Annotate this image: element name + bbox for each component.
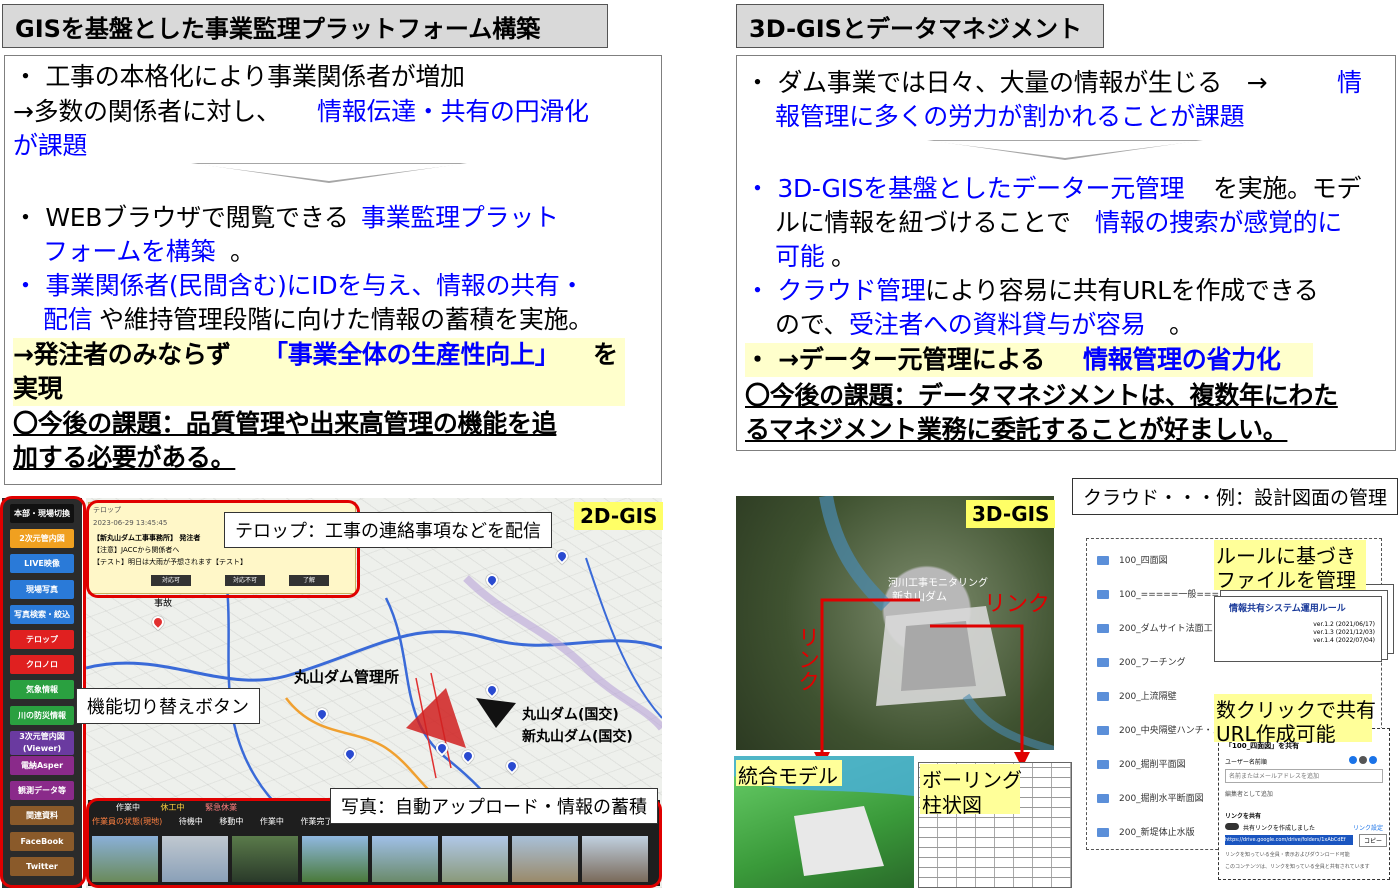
folder-icon xyxy=(1097,692,1109,701)
folder-icon xyxy=(1097,556,1109,565)
right-line-9: 〇今後の課題：データマネジメントは、複数年にわた xyxy=(745,381,1338,410)
right-line-3-blue: ・ 3D-GISを基盤としたデーター元管理 xyxy=(745,174,1185,203)
share-url-field[interactable]: https://drive.google.com/drive/folders/1… xyxy=(1225,835,1353,845)
rule-doc-version: ver.1.3 (2021/12/03) xyxy=(1313,629,1375,636)
folder-icon xyxy=(1097,760,1109,769)
left-title: GISを基盤とした事業監理プラットフォーム構築 xyxy=(2,4,608,48)
folder-item[interactable]: 200_掘削水平断面図 xyxy=(1097,791,1204,804)
left-line-8-blue: 「事業全体の生産性向上」 xyxy=(263,340,560,369)
left-line-1: ・ 工事の本格化により事業関係者が増加 xyxy=(13,62,465,91)
left-line-5: 。 xyxy=(230,237,255,266)
folder-icon xyxy=(1097,590,1109,599)
folder-item[interactable]: 200_ダムサイト法面工 xyxy=(1097,621,1213,634)
left-line-7-blue: 配信 xyxy=(43,305,93,334)
map-label-dam: 丸山ダム(国交) xyxy=(522,707,619,723)
folder-item[interactable]: 100_四面図 xyxy=(1097,553,1168,566)
model-label: 統合モデル xyxy=(738,764,838,788)
map-label-new-dam: 新丸山ダム(国交) xyxy=(522,729,633,745)
right-arrow-down-icon xyxy=(927,140,1203,160)
folder-item[interactable]: 200_新堤体止水版 xyxy=(1097,825,1195,838)
highlight-frame-menu xyxy=(0,496,86,888)
right-line-4-blue: 情報の捜索が感覚的に xyxy=(1095,208,1343,237)
avatar xyxy=(1359,756,1367,764)
right-line-1: ・ ダム事業では日々、大量の情報が生じる → xyxy=(745,68,1268,97)
folder-icon xyxy=(1097,794,1109,803)
right-title: 3D-GISとデータマネジメント xyxy=(736,4,1104,48)
link-label-horizontal: リンク xyxy=(984,592,1051,617)
right-line-4: ルに情報を紐づけることで xyxy=(775,208,1071,237)
gis2d-tag: 2D-GIS xyxy=(574,502,664,530)
folder-icon xyxy=(1097,828,1109,837)
folder-item[interactable]: 100_=====一般=== xyxy=(1097,587,1219,600)
avatar xyxy=(1349,756,1357,764)
gis3d-label-monitoring: 河川工事モニタリング xyxy=(888,578,988,589)
folder-icon xyxy=(1097,658,1109,667)
rule-document[interactable]: 情報共有システム運用ルール ver.1.2 (2021/06/17) ver.1… xyxy=(1214,596,1382,662)
right-line-7: ので、 xyxy=(775,310,849,339)
right-line-10: るマネジメント業務に委託することが好ましい。 xyxy=(745,415,1288,444)
right-line-6: により容易に共有URLを作成できる xyxy=(925,276,1319,305)
left-line-11: 加する必要がある。 xyxy=(13,443,236,472)
right-line-5-blue: 可能 xyxy=(775,242,825,271)
right-line-2: 報管理に多くの労力が割かれることが課題 xyxy=(775,102,1245,131)
share-label-2: URL作成可能 xyxy=(1216,722,1336,746)
folder-item[interactable]: 200_フーチング xyxy=(1097,655,1186,668)
share-dialog[interactable]: 「100_四面図」を共有 ユーザー名前順 編集者として追加 リンクを共有 共有リ… xyxy=(1218,728,1390,880)
right-line-5: 。 xyxy=(831,242,856,271)
callout-photo: 写真：自動アップロード・情報の蓄積 xyxy=(330,788,658,824)
share-link-section: リンクを共有 xyxy=(1225,813,1262,820)
share-users-label: ユーザー名前順 xyxy=(1225,759,1267,766)
share-footer: このコンテンツは、リンクを知っている全員と共有されています xyxy=(1225,864,1370,870)
share-toggle[interactable] xyxy=(1225,823,1239,830)
map-label-office: 丸山ダム管理所 xyxy=(294,668,400,686)
copy-button[interactable]: コピー xyxy=(1359,834,1388,847)
share-toggle-label: 共有リンクを作成しました xyxy=(1243,825,1316,832)
callout-telop: テロップ：工事の連絡事項などを配信 xyxy=(224,512,552,548)
link-settings-link[interactable]: リンク設定 xyxy=(1353,823,1383,832)
share-user-input[interactable] xyxy=(1225,769,1383,783)
link-arrows xyxy=(814,598,1030,768)
cloud-title: クラウド・・・例：設計図面の管理 xyxy=(1072,478,1398,515)
share-permission-note: リンクを知っている全員・表示およびダウンロード可能 xyxy=(1225,852,1350,858)
left-line-6: ・ 事業関係者(民間含む)にIDを与え、情報の共有・ xyxy=(13,271,585,300)
right-line-3: を実施。モデ xyxy=(1213,174,1362,203)
right-line-7-blue: 受注者への資料貸与が容易 xyxy=(849,310,1146,339)
left-line-5-blue: フォームを構築 xyxy=(43,237,216,266)
folder-item[interactable]: 200_中央隔壁ハンチ・ス xyxy=(1097,723,1222,736)
left-line-2: →多数の関係者に対し、 xyxy=(13,97,281,126)
left-line-3: が課題 xyxy=(13,131,88,160)
left-text-panel: ・ 工事の本格化により事業関係者が増加 →多数の関係者に対し、 情報伝達・共有の… xyxy=(4,55,662,485)
left-line-8-end: を xyxy=(593,340,618,369)
right-line-6-blue: ・ クラウド管理 xyxy=(745,276,926,305)
folder-item[interactable]: 200_上流隔壁 xyxy=(1097,689,1177,702)
right-text-panel: ・ ダム事業では日々、大量の情報が生じる → 情 報管理に多くの労力が割かれるこ… xyxy=(736,55,1396,451)
boring-label-2: 柱状図 xyxy=(922,793,982,817)
callout-switch: 機能切り替えボタン xyxy=(76,688,260,724)
right-line-8: ・ →データー元管理による xyxy=(745,345,1046,374)
folder-icon xyxy=(1097,624,1109,633)
link-label-vertical: リンク xyxy=(794,626,819,692)
rule-doc-title: 情報共有システム運用ルール xyxy=(1229,604,1346,614)
left-line-8: →発注者のみならず xyxy=(13,340,231,369)
folder-icon xyxy=(1097,726,1109,735)
folder-item[interactable]: 200_掘削平面図 xyxy=(1097,757,1186,770)
rule-label-2: ファイルを管理 xyxy=(1216,568,1356,592)
left-line-4-blue: 事業監理プラット xyxy=(361,203,559,232)
share-edit-label[interactable]: 編集者として追加 xyxy=(1225,789,1273,798)
left-line-2-blue: 情報伝達・共有の円滑化 xyxy=(317,97,589,126)
left-line-9: 実現 xyxy=(13,374,63,403)
left-line-4: ・ WEBブラウザで閲覧できる xyxy=(13,203,349,232)
left-line-7: や維持管理段階に向けた情報の蓄積を実施。 xyxy=(99,305,594,334)
gis3d-tag: 3D-GIS xyxy=(966,500,1056,528)
right-line-8-blue: 情報管理の省力化 xyxy=(1083,345,1281,374)
right-line-7-end: 。 xyxy=(1169,310,1194,339)
rule-doc-version: ver.1.2 (2021/06/17) xyxy=(1313,621,1375,628)
rule-doc-version: ver.1.4 (2022/07/04) xyxy=(1313,637,1375,644)
avatar xyxy=(1369,756,1377,764)
right-line-1-blue: 情 xyxy=(1337,68,1362,97)
left-line-10: 〇今後の課題：品質管理や出来高管理の機能を追 xyxy=(13,409,557,438)
left-arrow-down-icon xyxy=(191,163,467,183)
